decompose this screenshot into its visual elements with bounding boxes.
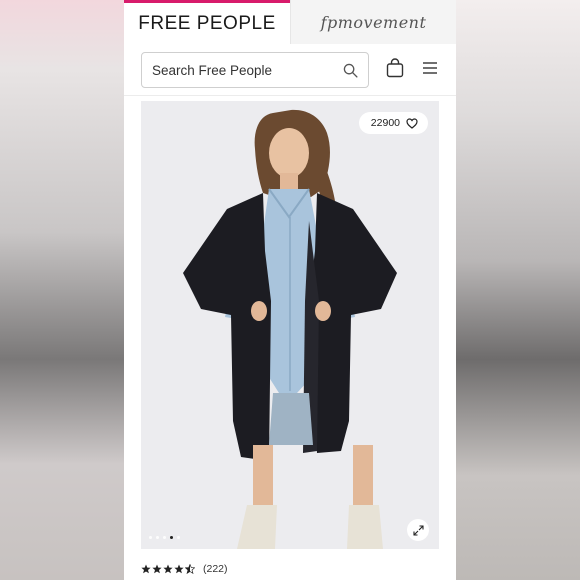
product-rating[interactable]: (222) [141,563,228,575]
tab-fp-movement[interactable]: fpmovement [290,0,456,44]
shopping-bag-icon[interactable] [386,58,404,78]
brand-tab-bar: FREE PEOPLE fpmovement [124,0,456,44]
carousel-dot[interactable] [163,536,166,539]
carousel-dot[interactable] [149,536,152,539]
free-people-logo: FREE PEOPLE [138,12,276,34]
expand-arrows-icon [412,524,424,536]
star-icon [141,564,151,574]
star-icon [163,564,173,574]
header-search-row [124,44,456,96]
carousel-dot-active[interactable] [170,536,173,539]
carousel-indicator [149,536,180,539]
product-image[interactable]: 22900 [141,101,439,549]
star-rating [141,564,195,574]
star-half-icon [185,564,195,574]
like-button[interactable]: 22900 [358,112,428,134]
star-icon [174,564,184,574]
background-left [0,0,124,580]
carousel-dot[interactable] [177,536,180,539]
fp-movement-logo: fpmovement [320,12,427,32]
star-icon [152,564,162,574]
like-count: 22900 [370,117,400,129]
model-wearing-black-cape-photo [141,101,439,549]
search-box[interactable] [141,52,369,88]
heart-icon [406,117,418,129]
tab-free-people[interactable]: FREE PEOPLE [124,0,290,44]
search-input[interactable] [152,53,332,87]
expand-image-button[interactable] [407,519,429,541]
review-count[interactable]: (222) [203,563,228,575]
carousel-dot[interactable] [156,536,159,539]
search-icon[interactable] [343,63,358,78]
mobile-page: FREE PEOPLE fpmovement Search Free Peopl… [124,0,456,580]
background-right [456,0,580,580]
hamburger-menu-icon[interactable] [423,62,437,74]
